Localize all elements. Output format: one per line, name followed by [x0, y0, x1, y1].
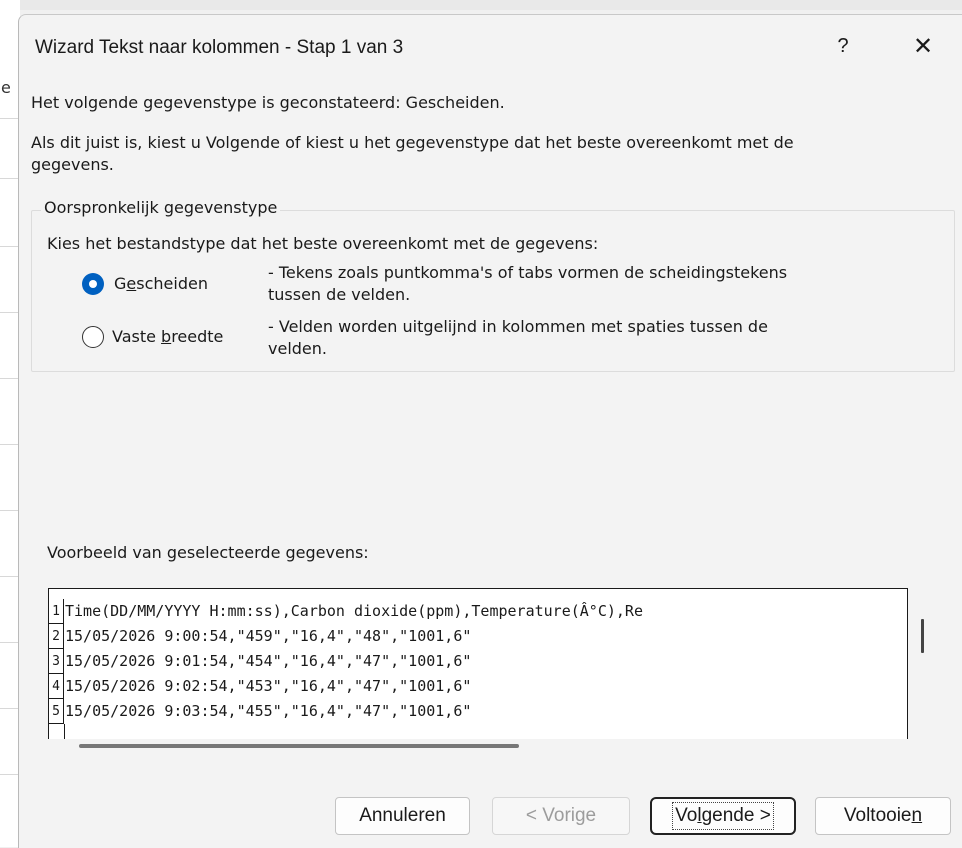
- grid-line: [0, 444, 20, 445]
- horizontal-scrollbar-thumb[interactable]: [79, 744, 519, 748]
- grid-line: [0, 510, 20, 511]
- vertical-scrollbar-thumb[interactable]: [921, 619, 924, 653]
- fixed-width-description-line2: velden.: [268, 339, 327, 358]
- preview-row-text: 15/05/2026 9:03:54,"455","16,4","47","10…: [65, 702, 472, 720]
- background-spreadsheet: e: [0, 0, 20, 847]
- instruction-text-line1: Als dit juist is, kiest u Volgende of ki…: [31, 133, 794, 152]
- grid-line: [0, 774, 20, 775]
- delimited-description-line1: - Tekens zoals puntkomma's of tabs vorme…: [268, 263, 788, 282]
- grid-line: [0, 312, 20, 313]
- preview-row-number: 4: [49, 674, 64, 699]
- preview-row-text: 15/05/2026 9:01:54,"454","16,4","47","10…: [65, 652, 472, 670]
- grid-line: [0, 708, 20, 709]
- file-type-prompt: Kies het bestandstype dat het beste over…: [47, 234, 599, 253]
- preview-row: 3 15/05/2026 9:01:54,"454","16,4","47","1…: [49, 649, 471, 674]
- preview-row-text: 15/05/2026 9:02:54,"453","16,4","47","10…: [65, 677, 472, 695]
- preview-row-text: 15/05/2026 9:00:54,"459","16,4","48","10…: [65, 627, 472, 645]
- preview-row: 2 15/05/2026 9:00:54,"459","16,4","48","1…: [49, 624, 471, 649]
- preview-row-number: 1: [49, 599, 64, 624]
- background-top: [0, 0, 962, 10]
- fixed-width-description-line1: - Velden worden uitgelijnd in kolommen m…: [268, 317, 768, 336]
- preview-label: Voorbeeld van geselecteerde gegevens:: [47, 543, 369, 562]
- row-number-gutter: [49, 724, 65, 739]
- dialog-title: Wizard Tekst naar kolommen - Stap 1 van …: [35, 37, 404, 58]
- preview-row-number: 5: [49, 699, 64, 724]
- grid-line: [0, 576, 20, 577]
- preview-row: 4 15/05/2026 9:02:54,"453","16,4","47","1…: [49, 674, 471, 699]
- help-button[interactable]: ?: [831, 33, 855, 59]
- grid-line: [0, 246, 20, 247]
- focus-rectangle: Volgende >: [672, 802, 774, 830]
- preview-row-number: 3: [49, 649, 64, 674]
- detected-type-text: Het volgende gegevenstype is geconstatee…: [31, 93, 505, 112]
- grid-line: [0, 642, 20, 643]
- grid-line: [0, 178, 20, 179]
- grid-line: [0, 378, 20, 379]
- cancel-button[interactable]: Annuleren: [335, 797, 470, 835]
- radio-delimited-label[interactable]: Gescheiden: [114, 273, 208, 295]
- preview-row: 1 Time(DD/MM/YYYY H:mm:ss),Carbon dioxide…: [49, 599, 643, 624]
- delimited-description-line2: tussen de velden.: [268, 285, 411, 304]
- radio-fixed-width-label[interactable]: Vaste breedte: [112, 326, 223, 348]
- radio-fixed-width[interactable]: [82, 326, 104, 348]
- data-preview[interactable]: 1 Time(DD/MM/YYYY H:mm:ss),Carbon dioxide…: [48, 588, 908, 739]
- group-title: Oorspronkelijk gegevenstype: [41, 197, 281, 219]
- grid-line: [0, 118, 20, 119]
- radio-delimited[interactable]: [82, 273, 104, 295]
- preview-row-number: 2: [49, 624, 64, 649]
- finish-button[interactable]: Voltooien: [815, 797, 951, 835]
- next-button[interactable]: Volgende >: [650, 797, 796, 835]
- back-button[interactable]: < Vorige: [492, 797, 630, 835]
- close-icon[interactable]: ✕: [909, 31, 937, 61]
- instruction-text-line2: gegevens.: [31, 155, 114, 174]
- background-cell-text: e: [1, 78, 11, 97]
- preview-row-text: Time(DD/MM/YYYY H:mm:ss),Carbon dioxide(…: [65, 602, 643, 620]
- text-to-columns-dialog: Wizard Tekst naar kolommen - Stap 1 van …: [18, 14, 962, 848]
- preview-row: 5 15/05/2026 9:03:54,"455","16,4","47","1…: [49, 699, 471, 724]
